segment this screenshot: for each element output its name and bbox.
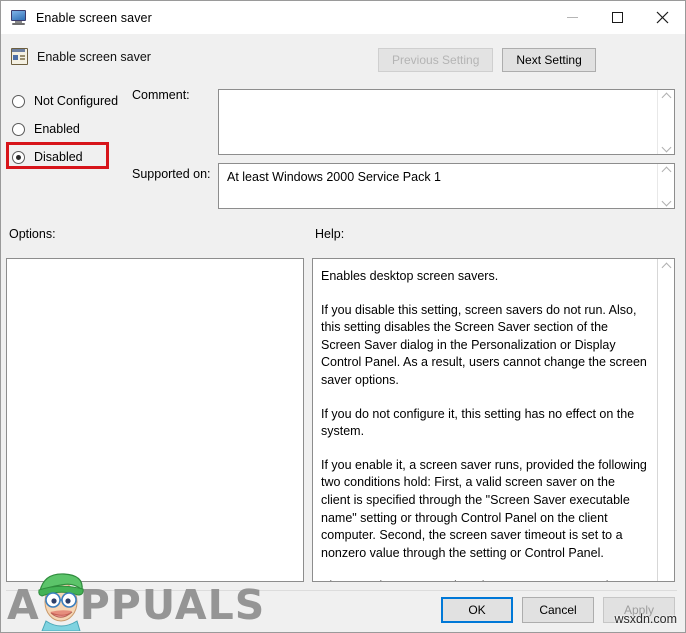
scroll-up-icon[interactable] bbox=[662, 93, 671, 99]
help-scrollbar[interactable] bbox=[657, 259, 674, 581]
help-paragraph: Also, see the "Prevent changing Screen S… bbox=[321, 578, 647, 581]
options-panel[interactable] bbox=[6, 258, 304, 582]
supported-on-textbox: At least Windows 2000 Service Pack 1 bbox=[218, 163, 675, 209]
footer-divider bbox=[6, 590, 677, 591]
next-setting-button[interactable]: Next Setting bbox=[502, 48, 596, 72]
ok-button[interactable]: OK bbox=[441, 597, 513, 623]
options-label: Options: bbox=[9, 227, 56, 241]
radio-label: Disabled bbox=[34, 150, 83, 164]
scroll-down-icon[interactable] bbox=[662, 199, 671, 205]
maximize-icon bbox=[612, 12, 623, 23]
setting-name: Enable screen saver bbox=[37, 49, 151, 64]
help-paragraph: If you enable it, a screen saver runs, p… bbox=[321, 457, 647, 560]
comment-textbox[interactable] bbox=[218, 89, 675, 155]
radio-indicator-selected bbox=[12, 150, 25, 164]
help-label: Help: bbox=[315, 227, 345, 241]
supported-on-label: Supported on: bbox=[132, 167, 211, 181]
comment-label: Comment: bbox=[132, 88, 190, 102]
comment-value[interactable] bbox=[219, 90, 657, 154]
scroll-down-icon[interactable] bbox=[662, 145, 671, 151]
appuals-watermark: A PPUALS bbox=[7, 582, 265, 628]
radio-indicator bbox=[12, 122, 25, 136]
options-content bbox=[7, 259, 303, 581]
caption-button-group bbox=[550, 1, 685, 34]
minimize-icon bbox=[567, 17, 578, 18]
previous-setting-button[interactable]: Previous Setting bbox=[378, 48, 494, 72]
radio-label: Enabled bbox=[34, 122, 80, 136]
radio-indicator bbox=[12, 94, 25, 108]
comment-scrollbar[interactable] bbox=[657, 90, 674, 154]
supported-on-value: At least Windows 2000 Service Pack 1 bbox=[227, 170, 441, 184]
help-content: Enables desktop screen savers. If you di… bbox=[313, 259, 657, 581]
help-paragraph: If you do not configure it, this setting… bbox=[321, 406, 635, 439]
supported-on-scrollbar[interactable] bbox=[657, 164, 674, 208]
setting-navigation: Previous Setting Next Setting bbox=[378, 48, 596, 72]
title-bar: Enable screen saver bbox=[1, 1, 685, 34]
policy-setting-icon bbox=[11, 48, 28, 65]
scroll-up-icon[interactable] bbox=[662, 263, 671, 269]
apply-button[interactable]: Apply bbox=[603, 597, 675, 623]
group-policy-setting-window: Enable screen saver Enable screen saver … bbox=[0, 0, 686, 633]
close-button[interactable] bbox=[640, 1, 685, 34]
radio-enabled[interactable]: Enabled bbox=[12, 115, 212, 143]
help-paragraph: If you disable this setting, screen save… bbox=[321, 302, 647, 387]
close-icon bbox=[656, 11, 669, 24]
help-paragraph: Enables desktop screen savers. bbox=[321, 269, 499, 283]
scroll-up-icon[interactable] bbox=[662, 167, 671, 173]
cancel-button[interactable]: Cancel bbox=[522, 597, 594, 623]
help-panel: Enables desktop screen savers. If you di… bbox=[312, 258, 675, 582]
radio-label: Not Configured bbox=[34, 94, 119, 108]
monitor-icon bbox=[10, 9, 28, 27]
maximize-button[interactable] bbox=[595, 1, 640, 34]
minimize-button[interactable] bbox=[550, 1, 595, 34]
dialog-button-group: OK Cancel Apply bbox=[441, 597, 675, 623]
window-title: Enable screen saver bbox=[36, 10, 152, 25]
